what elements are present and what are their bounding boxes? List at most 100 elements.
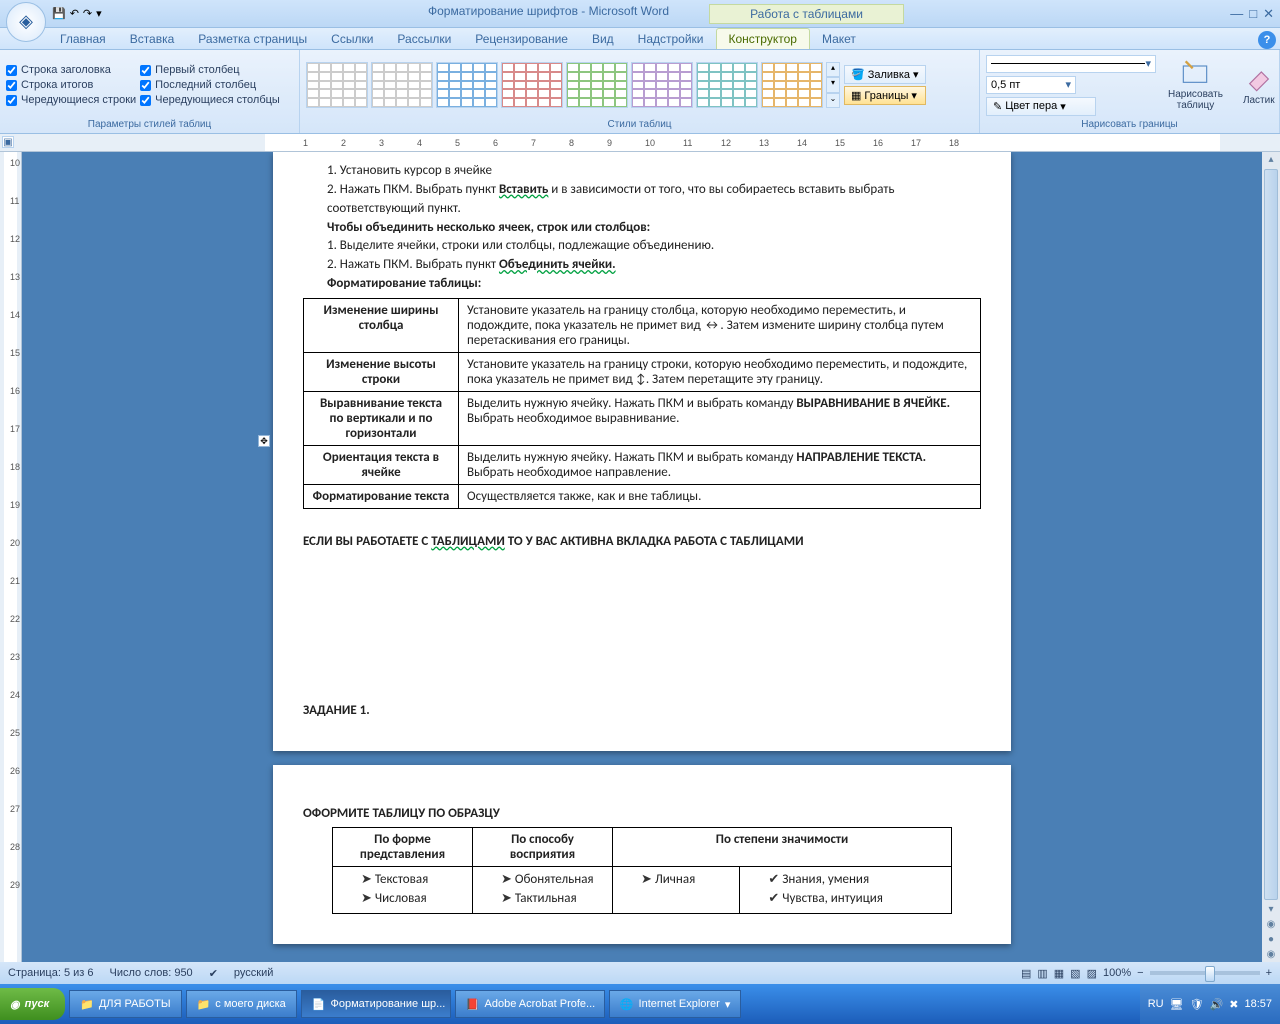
document-area[interactable]: ✥ 1. Установить курсор в ячейке 2. Нажат… xyxy=(22,152,1262,962)
table-style-item[interactable] xyxy=(501,62,563,108)
horizontal-ruler[interactable]: 123456789101112131415161718 ▣ xyxy=(0,134,1280,152)
scroll-up-icon[interactable]: ▴ xyxy=(1262,152,1280,167)
document-title: Форматирование шрифтов - Microsoft Word xyxy=(428,4,669,24)
help-icon[interactable]: ? xyxy=(1258,31,1276,49)
heading: Чтобы объединить несколько ячеек, строк … xyxy=(303,219,981,238)
table-style-item[interactable] xyxy=(566,62,628,108)
browse-prev-icon[interactable]: ◉ xyxy=(1262,917,1280,932)
save-icon[interactable]: 💾 xyxy=(52,7,66,20)
chk-banded-cols[interactable]: Чередующиеся столбцы xyxy=(140,94,280,106)
group-label-options: Параметры стилей таблиц xyxy=(6,118,293,131)
taskbar-item[interactable]: 📄 Форматирование шр... xyxy=(301,990,451,1018)
tray-lang[interactable]: RU xyxy=(1148,998,1164,1010)
scroll-down-icon[interactable]: ▾ xyxy=(1262,902,1280,917)
table-style-item[interactable] xyxy=(631,62,693,108)
view-print-icon[interactable]: ▤ xyxy=(1021,967,1031,980)
status-words[interactable]: Число слов: 950 xyxy=(110,967,193,979)
ruler-toggle-icon[interactable]: ▣ xyxy=(2,136,14,148)
tray-icon[interactable]: ✖ xyxy=(1229,998,1238,1011)
tab-design[interactable]: Конструктор xyxy=(716,28,810,49)
gallery-more-icon[interactable]: ⌄ xyxy=(826,93,840,108)
maximize-icon[interactable]: □ xyxy=(1249,6,1257,22)
borders-button[interactable]: ▦ Границы ▾ xyxy=(844,86,926,105)
taskbar-item[interactable]: 🌐 Internet Explorer ▾ xyxy=(609,990,742,1018)
taskbar-item[interactable]: 📁 ДЛЯ РАБОТЫ xyxy=(69,990,181,1018)
line-width-combo[interactable]: 0,5 пт▾ xyxy=(986,76,1076,94)
body-text: 2. Нажать ПКМ. Выбрать пункт Объединить … xyxy=(303,256,981,275)
heading: Форматирование таблицы: xyxy=(303,275,981,294)
body-text: 2. Нажать ПКМ. Выбрать пункт Вставить и … xyxy=(303,181,981,219)
tray-time[interactable]: 18:57 xyxy=(1244,998,1272,1010)
table-style-item[interactable] xyxy=(436,62,498,108)
zoom-out-icon[interactable]: − xyxy=(1137,967,1143,979)
eraser-button[interactable]: Ластик xyxy=(1235,63,1280,108)
minimize-icon[interactable]: — xyxy=(1230,6,1243,22)
page: 1. Установить курсор в ячейке 2. Нажать … xyxy=(273,152,1011,751)
chk-header-row[interactable]: Строка заголовка xyxy=(6,64,136,76)
tab-references[interactable]: Ссылки xyxy=(319,29,385,49)
chk-total-row[interactable]: Строка итогов xyxy=(6,79,136,91)
status-language[interactable]: русский xyxy=(234,967,273,979)
table-move-handle[interactable]: ✥ xyxy=(258,435,270,447)
body-text: 1. Установить курсор в ячейке xyxy=(303,162,981,181)
zoom-value[interactable]: 100% xyxy=(1103,967,1131,979)
content-table[interactable]: Изменение ширины столбцаУстановите указа… xyxy=(303,298,981,509)
scroll-thumb[interactable] xyxy=(1264,169,1278,900)
pen-color-button[interactable]: ✎ Цвет пера ▾ xyxy=(986,97,1096,116)
office-button[interactable]: ◈ xyxy=(6,2,46,42)
status-page[interactable]: Страница: 5 из 6 xyxy=(8,967,94,979)
taskbar-item[interactable]: 📕 Adobe Acrobat Profe... xyxy=(455,990,605,1018)
gallery-down-icon[interactable]: ▾ xyxy=(826,77,840,92)
chk-last-col[interactable]: Последний столбец xyxy=(140,79,280,91)
spell-icon[interactable]: ✔ xyxy=(209,967,218,980)
titlebar: ◈ 💾 ↶ ↷ ▾ Форматирование шрифтов - Micro… xyxy=(0,0,1280,28)
quick-access-toolbar: 💾 ↶ ↷ ▾ xyxy=(52,7,102,20)
shading-button[interactable]: 🪣 Заливка ▾ xyxy=(844,65,926,84)
undo-icon[interactable]: ↶ xyxy=(70,7,79,20)
tab-layout[interactable]: Макет xyxy=(810,29,868,49)
view-web-icon[interactable]: ▦ xyxy=(1054,967,1064,980)
vertical-ruler[interactable]: 1011121314151617181920212223242526272829 xyxy=(0,152,22,962)
tab-mailings[interactable]: Рассылки xyxy=(385,29,463,49)
line-style-combo[interactable]: ▾ xyxy=(986,55,1156,73)
tab-home[interactable]: Главная xyxy=(48,29,118,49)
draw-table-button[interactable]: Нарисовать таблицу xyxy=(1160,57,1231,113)
start-button[interactable]: ◉ пуск xyxy=(0,988,65,1020)
tray-icon[interactable]: 🔊 xyxy=(1210,998,1224,1011)
heading: ОФОРМИТЕ ТАБЛИЦУ ПО ОБРАЗЦУ xyxy=(303,805,981,824)
table-styles-gallery[interactable]: ▴ ▾ ⌄ xyxy=(306,62,840,108)
sample-table[interactable]: По форме представления По способу воспри… xyxy=(332,827,952,914)
taskbar-item[interactable]: 📁 с моего диска xyxy=(186,990,297,1018)
tab-pagelayout[interactable]: Разметка страницы xyxy=(186,29,319,49)
context-tools-title: Работа с таблицами xyxy=(709,4,904,24)
pencil-table-icon xyxy=(1181,59,1209,87)
view-outline-icon[interactable]: ▧ xyxy=(1070,967,1080,980)
ribbon-tabs: Главная Вставка Разметка страницы Ссылки… xyxy=(0,28,1280,50)
vertical-scrollbar[interactable]: ▴ ▾ ◉ ● ◉ xyxy=(1262,152,1280,962)
chk-banded-rows[interactable]: Чередующиеся строки xyxy=(6,94,136,106)
table-style-item[interactable] xyxy=(371,62,433,108)
tray-icon[interactable]: 🖥 xyxy=(1170,998,1184,1011)
ribbon: Строка заголовка Строка итогов Чередующи… xyxy=(0,50,1280,134)
zoom-slider[interactable] xyxy=(1150,971,1260,975)
table-style-item[interactable] xyxy=(761,62,823,108)
tray-icon[interactable]: 🛡 xyxy=(1190,998,1204,1011)
tab-addins[interactable]: Надстройки xyxy=(626,29,716,49)
redo-icon[interactable]: ↷ xyxy=(83,7,92,20)
view-draft-icon[interactable]: ▨ xyxy=(1087,967,1097,980)
zoom-in-icon[interactable]: + xyxy=(1266,967,1272,979)
gallery-up-icon[interactable]: ▴ xyxy=(826,62,840,77)
tab-insert[interactable]: Вставка xyxy=(118,29,187,49)
browse-next-icon[interactable]: ◉ xyxy=(1262,947,1280,962)
tab-view[interactable]: Вид xyxy=(580,29,626,49)
tab-review[interactable]: Рецензирование xyxy=(463,29,580,49)
browse-object-icon[interactable]: ● xyxy=(1262,932,1280,947)
table-style-item[interactable] xyxy=(696,62,758,108)
taskbar: ◉ пуск 📁 ДЛЯ РАБОТЫ 📁 с моего диска 📄 Фо… xyxy=(0,984,1280,1024)
system-tray[interactable]: RU 🖥 🛡 🔊 ✖ 18:57 xyxy=(1140,984,1280,1024)
group-label-draw: Нарисовать границы xyxy=(986,118,1273,131)
view-reading-icon[interactable]: ▥ xyxy=(1037,967,1047,980)
table-style-item[interactable] xyxy=(306,62,368,108)
close-icon[interactable]: ✕ xyxy=(1263,6,1274,22)
chk-first-col[interactable]: Первый столбец xyxy=(140,64,280,76)
